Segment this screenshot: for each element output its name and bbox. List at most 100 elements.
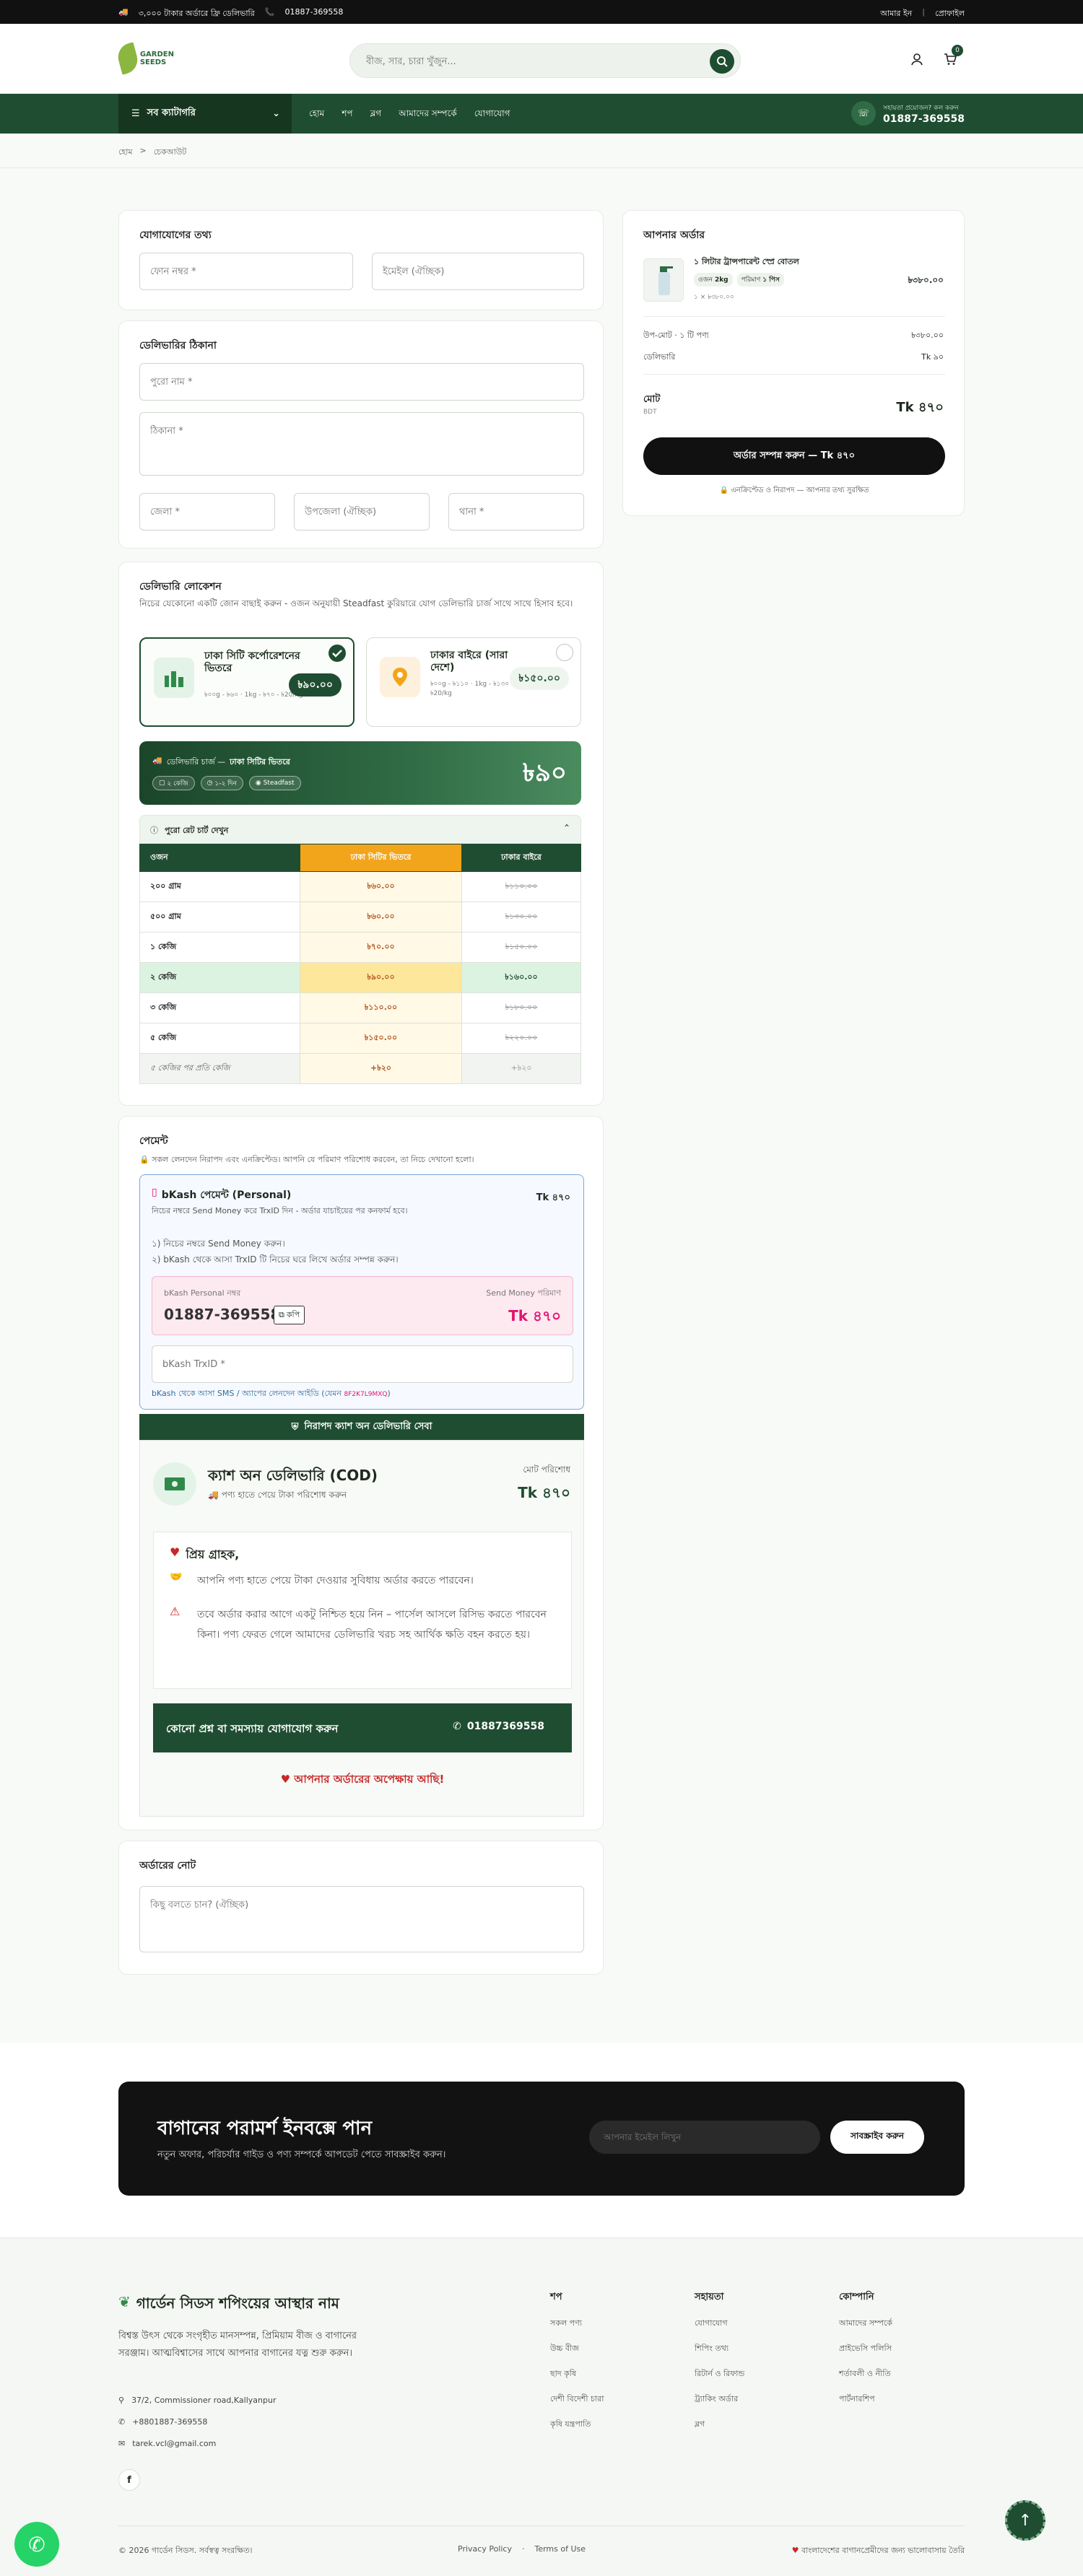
zone-outside-dhaka[interactable]: ঢাকার বাইরে (সারা দেশে) ৳০০g - ৳১১০ · 1k…	[366, 637, 581, 727]
delivery-location-title: ডেলিভারি লোকেশন	[139, 581, 222, 593]
qty-tag-label: পরিমাণ	[741, 276, 761, 284]
upazila-field[interactable]	[294, 493, 430, 531]
hotline[interactable]: ☏ সহায়তা প্রয়োজন? কল করুন 01887-369558	[851, 101, 965, 126]
breadcrumb-home[interactable]: হোম	[118, 146, 133, 160]
all-categories-button[interactable]: ☰ সব ক্যাটাগরি ⌄	[118, 94, 292, 134]
zone-inside-price: ৳৯০.০০	[289, 673, 342, 697]
banner-zone: ঢাকা সিটির ভিতরে	[230, 757, 290, 767]
all-categories-label: সব ক্যাটাগরি	[147, 108, 196, 118]
cell-outside: ৳২২০.০০	[461, 1023, 581, 1054]
facebook-icon[interactable]: f	[118, 2469, 140, 2491]
item-price: ৳৩৮০.০০	[908, 275, 944, 285]
full-name-field[interactable]	[139, 363, 584, 401]
legal-links: Privacy Policy · Terms of Use	[458, 2544, 586, 2554]
footer-email[interactable]: ✉ tarek.vcl@gmail.com	[118, 2439, 216, 2448]
logo-leaf-icon	[115, 42, 141, 75]
footer-link[interactable]: ট্র্যাকিং অর্ডার	[695, 2393, 744, 2406]
privacy-link[interactable]: Privacy Policy	[458, 2544, 512, 2554]
trxid-field[interactable]	[152, 1345, 573, 1383]
footer-col-title: কোম্পানি	[839, 2292, 874, 2302]
footer-link[interactable]: শিপিং তথ্য	[695, 2342, 744, 2356]
footer-col-title: সহায়তা	[695, 2292, 724, 2302]
cell-outside: ৳১৩০.০০	[461, 901, 581, 933]
table-row: ২০০ গ্রাম ৳৬০.০০ ৳১১০.০০	[139, 871, 581, 902]
zone-inside-dhaka[interactable]: ঢাকা সিটি কর্পোরেশনের ভিতরে ৳০০g - ৳৬০ ·…	[139, 637, 355, 727]
footer-link[interactable]: প্রাইভেসি পলিসি	[839, 2342, 892, 2356]
terms-link[interactable]: Terms of Use	[534, 2544, 586, 2554]
user-button[interactable]	[907, 49, 927, 69]
chevron-down-icon: ⌄	[272, 108, 280, 119]
weight-tag: ওজন 2kg	[694, 273, 733, 287]
footer-link[interactable]: যোগাযোগ	[695, 2317, 744, 2331]
nav-link-about[interactable]: আমাদের সম্পর্কে	[399, 108, 457, 122]
help-contact-bar[interactable]: কোনো প্রশ্ন বা সমস্যায় যোগাযোগ করুন ✆ 01…	[153, 1703, 572, 1752]
topbar-phone[interactable]: 01887-369558	[284, 7, 343, 21]
footer-link[interactable]: আমাদের সম্পর্কে	[839, 2317, 892, 2331]
footer-link[interactable]: দেশী বিদেশী চারা	[550, 2393, 604, 2406]
district-field[interactable]	[139, 493, 275, 531]
weight-tag-label: ওজন	[698, 276, 713, 284]
cod-total-label: মোট পরিশোধ	[523, 1464, 570, 1475]
thana-field[interactable]	[448, 493, 584, 531]
bkash-step-1: ১) নিচের নম্বরে Send Money করুন।	[152, 1239, 285, 1249]
footer-link[interactable]: পার্টনারশিপ	[839, 2393, 892, 2406]
nav-link-home[interactable]: হোম	[309, 108, 324, 122]
topbar-account-link[interactable]: আমার ইন	[880, 7, 912, 21]
scroll-to-top-button[interactable]: ↑	[1005, 2500, 1045, 2541]
order-note-field[interactable]	[139, 1886, 584, 1952]
weight-pill-text: ২ কেজি	[167, 780, 188, 787]
cell-outside: ৳১১০.০০	[461, 871, 581, 902]
cart-button[interactable]: 0	[940, 45, 963, 69]
place-order-button[interactable]: অর্ডার সম্পন্ন করুন — Tk ৪৭০	[643, 437, 945, 475]
whatsapp-icon: ✆	[28, 2532, 45, 2557]
nav-link-shop[interactable]: শপ	[342, 108, 352, 122]
cell-inside: ৳৭০.০০	[300, 932, 462, 963]
footer-link[interactable]: উচ্চ বীজ	[550, 2342, 604, 2356]
handshake-icon: 🤝	[170, 1571, 183, 1583]
table-row: ৫০০ গ্রাম ৳৬০.০০ ৳১৩০.০০	[139, 901, 581, 933]
nav-link-contact[interactable]: যোগাযোগ	[474, 108, 510, 122]
order-summary-card: আপনার অর্ডার ১ লিটার ট্রান্সপারেন্ট স্প্…	[622, 210, 965, 516]
newsletter-section: বাগানের পরামর্শ ইনবক্সে পান নতুন অফার, প…	[0, 2043, 1083, 2237]
rate-chart-toggle[interactable]: ⓘ পুরো রেট চার্ট দেখুন ⌃	[139, 815, 581, 844]
cell-weight: ৫ কেজি	[139, 1023, 300, 1054]
waiting-text: আপনার অর্ডারের অপেক্ষায় আছি!	[294, 1773, 445, 1786]
info-icon: ⓘ	[150, 826, 158, 835]
truck-icon: 🚚	[152, 756, 162, 765]
total-value: Tk ৪৭০	[896, 400, 944, 415]
delivery-label: ডেলিভারি	[643, 352, 676, 362]
whatsapp-float-button[interactable]: ✆	[14, 2522, 59, 2567]
footer-phone[interactable]: ✆ +8801887-369558	[118, 2417, 207, 2427]
address-field[interactable]	[139, 412, 584, 476]
bkash-payment-option[interactable]: ▯ bKash পেমেন্ট (Personal) Tk ৪৭০ নিচের …	[139, 1174, 584, 1410]
footer-link[interactable]: সকল পণ্য	[550, 2317, 604, 2331]
cod-payment-option[interactable]: ক্যাশ অন ডেলিভারি (COD) 🚚 পণ্য হাতে পেয়…	[139, 1440, 584, 1817]
newsletter-email-input[interactable]	[589, 2121, 820, 2154]
footer-link[interactable]: ব্লগ	[695, 2418, 744, 2432]
search-input[interactable]	[366, 53, 669, 70]
copy-button[interactable]: ⧉ কপি	[274, 1306, 305, 1324]
delivery-description: নিচের যেকোনো একটি জোন বাছাই করুন - ওজন অ…	[139, 598, 573, 608]
search-button[interactable]	[710, 49, 734, 74]
nav-link-blog[interactable]: ব্লগ	[370, 108, 382, 122]
cod-ribbon: ⛨ নিরাপদ ক্যাশ অন ডেলিভারি সেবা	[139, 1414, 584, 1440]
footer-link[interactable]: ছাদ কৃষি	[550, 2367, 604, 2381]
newsletter-card: বাগানের পরামর্শ ইনবক্সে পান নতুন অফার, প…	[118, 2082, 965, 2196]
main-nav: ☰ সব ক্যাটাগরি ⌄ হোম শপ ব্লগ আমাদের সম্প…	[0, 94, 1083, 134]
cod-title: ক্যাশ অন ডেলিভারি (COD)	[208, 1467, 378, 1484]
banner-pills: ▢ ২ কেজি ◷ ১-২ দিন ◉ Steadfast	[152, 776, 301, 790]
footer-link[interactable]: রিটার্ন ও রিফান্ড	[695, 2367, 744, 2381]
col-inside: ঢাকা সিটির ভিতরে	[300, 844, 462, 872]
email-field[interactable]	[372, 253, 584, 290]
currency-label: BDT	[643, 409, 657, 416]
secure-checkout-text: এনক্রিপ্টেড ও নিরাপদ — আপনার তথ্য সুরক্ষ…	[731, 486, 869, 494]
qty-tag-value: ১ পিস	[762, 276, 780, 284]
topbar-profile-link[interactable]: প্রোফাইল	[935, 7, 965, 21]
footer-link[interactable]: কৃষি যন্ত্রপাতি	[550, 2418, 604, 2432]
trxid-help: bKash থেকে আসা SMS / অ্যাপের লেনদেন আইডি…	[152, 1389, 391, 1398]
phone-field[interactable]	[139, 253, 353, 290]
footer-link[interactable]: শর্তাবলী ও নীতি	[839, 2367, 892, 2381]
footer-col-support: সহায়তা যোগাযোগ শিপিং তথ্য রিটার্ন ও রিফ…	[695, 2290, 744, 2443]
site-logo[interactable]: GARDEN SEEDS	[115, 40, 188, 77]
subscribe-button[interactable]: সাবস্ক্রাইব করুন	[830, 2121, 924, 2154]
